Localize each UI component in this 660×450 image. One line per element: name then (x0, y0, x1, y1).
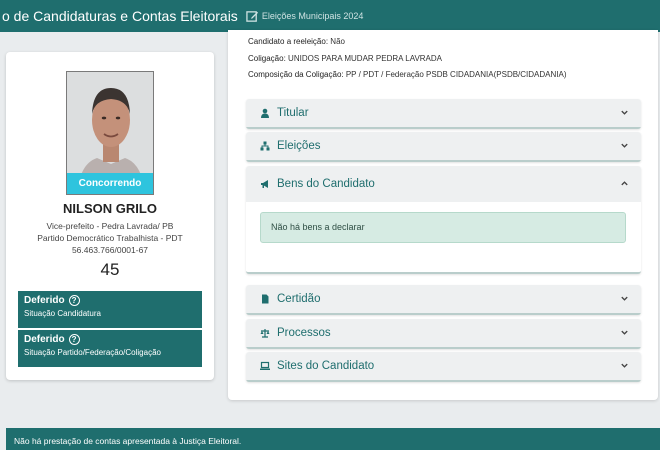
reelection-label: Candidato a reeleição: (248, 37, 329, 46)
accordion-certidao[interactable]: Certidão (246, 285, 641, 315)
chevron-down-icon[interactable] (620, 361, 629, 370)
accounts-message-bar: Não há prestação de contas apresentada à… (6, 428, 660, 450)
accordion-label-certidao: Certidão (277, 293, 321, 305)
candidate-cnpj: 56.463.766/0001-67 (71, 245, 149, 255)
sitemap-icon (260, 141, 270, 151)
page-title: o de Candidaturas e Contas Eleitorais (2, 8, 238, 24)
reelection-info: Candidato a reeleição: Não (248, 37, 345, 46)
top-bar: o de Candidaturas e Contas Eleitorais El… (0, 0, 660, 32)
details-panel: Candidato a reeleição: Não Coligação: UN… (228, 30, 658, 400)
accordion-label-bens: Bens do Candidato (277, 178, 375, 190)
party-status-title: Deferido (24, 334, 65, 345)
accordion-header-bens[interactable]: Bens do Candidato (246, 166, 641, 202)
file-icon (262, 294, 269, 304)
accordion-label-eleicoes: Eleições (277, 140, 321, 152)
candidate-office: Vice-prefeito - Pedra Lavrada/ PB (46, 221, 174, 231)
accordion-eleicoes[interactable]: Eleições (246, 132, 641, 162)
candidate-photo: Concorrendo (66, 71, 154, 195)
accordion-header-sites[interactable]: Sites do Candidato (246, 352, 641, 380)
accordion-sites[interactable]: Sites do Candidato (246, 352, 641, 382)
accordion-header-processos[interactable]: Processos (246, 319, 641, 347)
laptop-icon (260, 361, 270, 370)
accordion-bens[interactable]: Bens do Candidato Não há bens a declarar (246, 166, 641, 274)
composition-value: PP / PDT / Federação PSDB CIDADANIA(PSDB… (345, 70, 567, 79)
accordion-label-processos: Processos (277, 327, 331, 339)
coalition-label: Coligação: (248, 54, 286, 63)
coalition-info: Coligação: UNIDOS PARA MUDAR PEDRA LAVRA… (248, 54, 442, 63)
composition-info: Composição da Coligação: PP / PDT / Fede… (248, 70, 567, 79)
candidate-party: Partido Democrático Trabalhista - PDT (37, 233, 183, 243)
user-icon (261, 108, 269, 118)
accordion-label-sites: Sites do Candidato (277, 360, 375, 372)
accordion-header-titular[interactable]: Titular (246, 99, 641, 127)
chevron-down-icon[interactable] (620, 328, 629, 337)
accordion-processos[interactable]: Processos (246, 319, 641, 349)
chevron-down-icon[interactable] (620, 108, 629, 117)
party-status: Deferido ? Situação Partido/Federação/Co… (18, 330, 202, 367)
chevron-down-icon[interactable] (620, 294, 629, 303)
bullhorn-icon (261, 180, 268, 188)
candidate-card: Concorrendo NILSON GRILO Vice-prefeito -… (6, 52, 214, 380)
no-assets-alert: Não há bens a declarar (260, 212, 626, 243)
question-circle-icon[interactable]: ? (68, 295, 80, 306)
chevron-up-icon[interactable] (620, 179, 629, 188)
composition-label: Composição da Coligação: (248, 70, 344, 79)
candidate-name: NILSON GRILO (63, 201, 157, 216)
election-subtitle[interactable]: Eleições Municipais 2024 (262, 11, 364, 21)
status-badge: Concorrendo (67, 173, 153, 194)
candidate-number: 45 (100, 260, 120, 279)
candidacy-status-title: Deferido (24, 295, 65, 306)
party-status-label: Situação Partido/Federação/Coligação (24, 348, 161, 357)
question-circle-icon[interactable]: ? (68, 334, 80, 345)
coalition-value: UNIDOS PARA MUDAR PEDRA LAVRADA (288, 54, 443, 63)
accordion-header-eleicoes[interactable]: Eleições (246, 132, 641, 160)
balance-scale-icon (260, 329, 270, 338)
chevron-down-icon[interactable] (620, 141, 629, 150)
edit-icon[interactable] (246, 10, 259, 23)
candidacy-status: Deferido ? Situação Candidatura (18, 291, 202, 328)
accordion-label-titular: Titular (277, 107, 309, 119)
candidacy-status-label: Situação Candidatura (24, 309, 101, 318)
accordion-header-certidao[interactable]: Certidão (246, 285, 641, 313)
accordion-titular[interactable]: Titular (246, 99, 641, 129)
reelection-value: Não (330, 37, 345, 46)
